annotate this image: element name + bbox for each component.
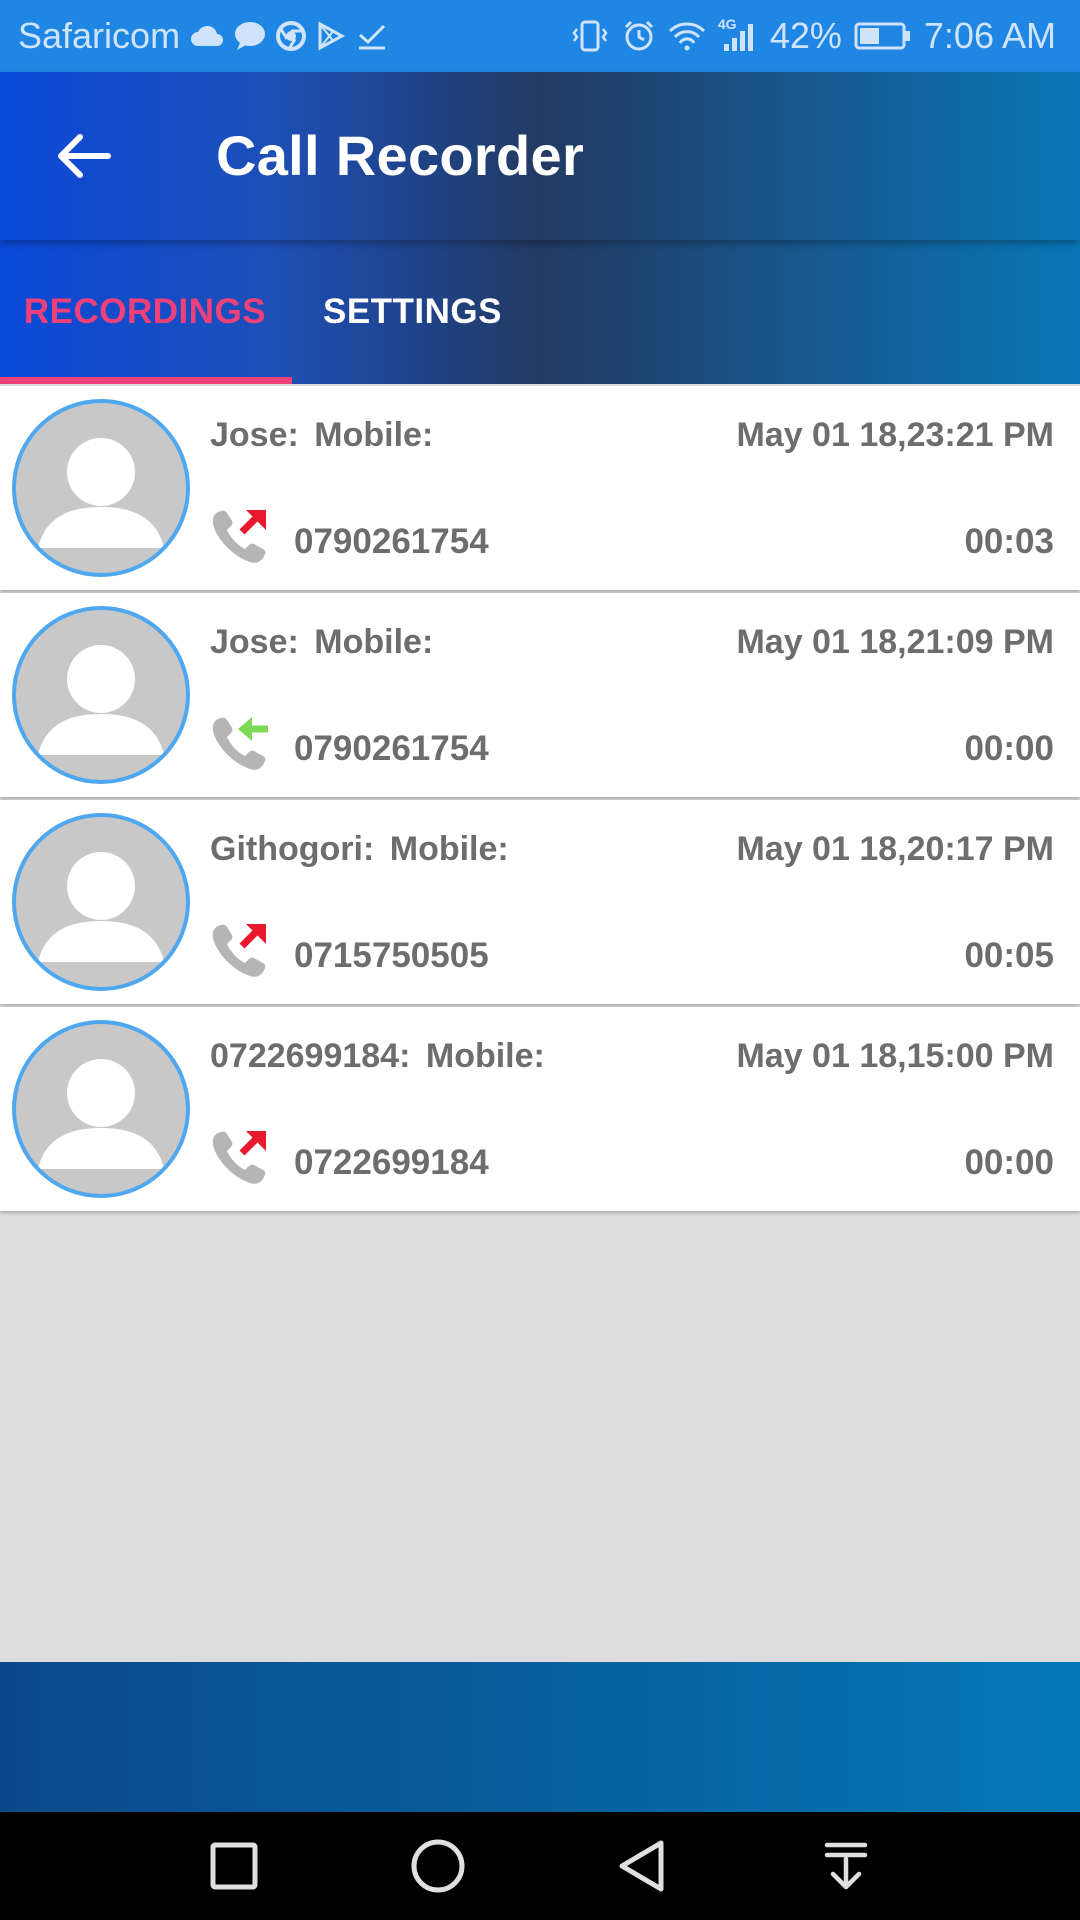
bottom-banner (0, 1662, 1080, 1812)
notification-pull-button[interactable] (806, 1826, 886, 1906)
system-nav-bar (0, 1812, 1080, 1920)
phone-number: 0790261754 (294, 729, 489, 768)
recording-item[interactable]: 0722699184: Mobile: May 01 18,15:00 PM 0… (0, 1007, 1080, 1211)
play-store-icon (316, 21, 346, 51)
contact-avatar (12, 606, 190, 784)
recents-square-icon (210, 1842, 258, 1890)
contact-label: Jose: Mobile: (210, 623, 433, 662)
tab-settings[interactable]: SETTINGS (290, 240, 535, 384)
recents-button[interactable] (194, 1826, 274, 1906)
contact-label: 0722699184: Mobile: (210, 1037, 545, 1076)
contact-label: Jose: Mobile: (210, 416, 433, 455)
recording-item[interactable]: Jose: Mobile: May 01 18,21:09 PM 0790261… (0, 593, 1080, 797)
status-bar: Safaricom 4G 42% 7:06 AM (0, 0, 1080, 72)
wifi-icon (668, 21, 706, 51)
battery-percentage: 42% (769, 15, 842, 56)
recording-item[interactable]: Githogori: Mobile: May 01 18,20:17 PM 07… (0, 800, 1080, 1004)
contact-type: Mobile: (314, 416, 434, 454)
phone-number: 0715750505 (294, 936, 489, 975)
carrier-name: Safaricom (18, 15, 181, 56)
cloud-icon (190, 24, 224, 48)
recording-datetime: May 01 18,20:17 PM (736, 830, 1054, 868)
arrow-left-icon (58, 134, 111, 178)
back-button[interactable] (44, 116, 124, 196)
phone-number: 0790261754 (294, 522, 489, 561)
recording-item[interactable]: Jose: Mobile: May 01 18,23:21 PM 0790261… (0, 386, 1080, 590)
vibrate-icon (570, 19, 610, 53)
contact-label: Githogori: Mobile: (210, 830, 509, 869)
outgoing-call-icon (212, 1131, 266, 1184)
page-title: Call Recorder (216, 124, 585, 187)
recording-duration: 00:00 (964, 1143, 1054, 1182)
home-button[interactable] (398, 1826, 478, 1906)
contact-name: Githogori: (210, 830, 375, 868)
contact-type: Mobile: (389, 830, 509, 868)
contact-name: 0722699184: (210, 1037, 411, 1075)
outgoing-call-icon (212, 510, 266, 563)
contact-avatar (12, 399, 190, 577)
contact-name: Jose: (210, 416, 299, 454)
contact-avatar (12, 813, 190, 991)
tab-recordings[interactable]: RECORDINGS (0, 240, 290, 384)
clock-time: 7:06 AM (923, 15, 1056, 56)
incoming-call-icon (212, 717, 268, 770)
contact-type: Mobile: (314, 623, 434, 661)
chrome-icon (276, 21, 307, 51)
back-triangle-icon (619, 1840, 664, 1892)
person-placeholder-icon (38, 438, 164, 548)
active-tab-indicator (0, 377, 292, 384)
recording-duration: 00:05 (964, 936, 1054, 975)
recording-datetime: May 01 18,23:21 PM (736, 416, 1054, 454)
back-nav-button[interactable] (602, 1826, 682, 1906)
person-placeholder-icon (38, 1059, 164, 1169)
battery-icon (854, 21, 912, 51)
signal-icon: 4G (718, 16, 758, 52)
recording-datetime: May 01 18,21:09 PM (736, 623, 1054, 661)
network-type: 4G (717, 16, 737, 32)
app-bar: Call Recorder (0, 72, 1080, 240)
contact-avatar (12, 1020, 190, 1198)
recording-duration: 00:03 (964, 522, 1054, 561)
contact-type: Mobile: (425, 1037, 545, 1075)
outgoing-call-icon (212, 924, 266, 977)
status-bar-right: 4G 42% 7:06 AM (570, 0, 1056, 72)
home-circle-icon (411, 1839, 465, 1893)
recordings-list: Jose: Mobile: May 01 18,23:21 PM 0790261… (0, 386, 1080, 1214)
contact-name: Jose: (210, 623, 299, 661)
phone-number: 0722699184 (294, 1143, 489, 1182)
recording-datetime: May 01 18,15:00 PM (736, 1037, 1054, 1075)
notification-pull-down-icon (824, 1842, 868, 1890)
tab-bar: RECORDINGS SETTINGS (0, 240, 1080, 384)
status-bar-left: Safaricom (18, 0, 388, 72)
recording-duration: 00:00 (964, 729, 1054, 768)
alarm-icon (622, 19, 656, 53)
person-placeholder-icon (38, 852, 164, 962)
download-done-icon (356, 21, 388, 51)
chat-bubble-icon (234, 21, 266, 51)
person-placeholder-icon (38, 645, 164, 755)
